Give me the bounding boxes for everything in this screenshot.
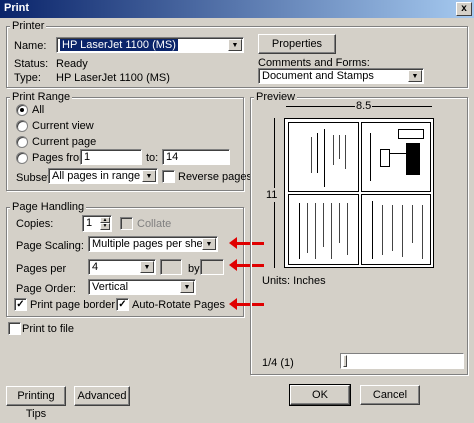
thumb-page-2 (361, 122, 431, 192)
printer-name-value: HP LaserJet 1100 (MS) (60, 39, 178, 51)
reverse-pages-checkbox[interactable] (162, 170, 175, 183)
pages-per-value: 4 (92, 261, 99, 273)
thumb-page-4 (361, 194, 431, 265)
advanced-label: Advanced (77, 390, 127, 402)
chevron-down-icon[interactable]: ▼ (408, 70, 422, 82)
radio-current-page[interactable] (16, 136, 28, 148)
pages-to-label: to: (146, 152, 159, 164)
print-page-border-checkbox[interactable]: ✓ (14, 298, 27, 311)
slider-thumb[interactable] (343, 355, 347, 367)
printer-group-label: Printer (10, 20, 47, 32)
chevron-down-icon[interactable]: ▼ (202, 238, 216, 250)
subset-value: All pages in range (52, 170, 141, 182)
ok-label: OK (312, 389, 328, 401)
pages-from-input[interactable]: 1 (80, 149, 142, 165)
copies-stepper[interactable]: 1 ▲ ▼ (82, 215, 112, 232)
radio-all-label: All (32, 104, 45, 116)
print-range-group-label: Print Range (10, 91, 73, 103)
radio-current-page-label: Current page (32, 136, 97, 148)
preview-group-label: Preview (254, 91, 298, 103)
chevron-down-icon[interactable]: ▼ (140, 261, 154, 273)
pages-per-select[interactable]: 4 ▼ (88, 259, 156, 275)
ok-button[interactable]: OK (289, 384, 351, 406)
radio-current-view-label: Current view (32, 120, 94, 132)
properties-button-label: Properties (271, 38, 323, 50)
printer-status-label: Status: (14, 58, 49, 70)
collate-label: Collate (137, 218, 172, 230)
preview-width-label: 8.5 (355, 100, 373, 112)
thumb-page-1 (288, 122, 359, 192)
printing-tips-label: Printing Tips (17, 390, 55, 420)
print-page-border-label: Print page border (30, 299, 115, 311)
collate-checkbox[interactable] (120, 217, 133, 230)
pages-per-y-input[interactable] (200, 259, 224, 275)
page-order-value: Vertical (92, 281, 129, 293)
reverse-pages-label: Reverse pages (178, 171, 252, 183)
close-button[interactable]: x (456, 2, 472, 16)
chevron-down-icon[interactable]: ▼ (180, 281, 194, 293)
pages-to-value: 14 (166, 151, 179, 163)
page-scaling-label: Page Scaling: (16, 240, 84, 252)
printer-name-select[interactable]: HP LaserJet 1100 (MS) ▼ (56, 37, 244, 53)
pages-per-label: Pages per (16, 263, 67, 275)
comments-forms-value: Document and Stamps (262, 70, 374, 82)
page-handling-group-label: Page Handling (10, 201, 87, 213)
cancel-label: Cancel (372, 389, 408, 401)
pages-to-input[interactable]: 14 (162, 149, 230, 165)
check-icon: ✓ (118, 299, 127, 310)
print-to-file-checkbox[interactable] (8, 322, 21, 335)
check-icon: ✓ (16, 299, 25, 310)
advanced-button[interactable]: Advanced (74, 386, 130, 406)
page-preview (284, 118, 434, 268)
printer-type-value: HP LaserJet 1100 (MS) (56, 72, 170, 84)
page-order-label: Page Order: (16, 283, 76, 295)
page-scaling-value: Multiple pages per sheet (92, 238, 212, 250)
chevron-down-icon[interactable]: ▼ (142, 170, 156, 182)
stepper-down-icon[interactable]: ▼ (100, 223, 110, 230)
printer-status-value: Ready (56, 58, 88, 70)
pages-from-value: 1 (84, 151, 91, 163)
preview-height-label: 11 (266, 188, 278, 202)
print-to-file-label: Print to file (22, 323, 74, 335)
chevron-down-icon[interactable]: ▼ (228, 39, 242, 51)
printer-type-label: Type: (14, 72, 41, 84)
title-bar: Print (0, 0, 474, 18)
copies-label: Copies: (16, 218, 54, 230)
pages-per-x-input[interactable] (160, 259, 182, 275)
preview-page-slider[interactable] (340, 353, 464, 369)
auto-rotate-label: Auto-Rotate Pages (132, 299, 225, 311)
page-scaling-select[interactable]: Multiple pages per sheet ▼ (88, 236, 218, 252)
cancel-button[interactable]: Cancel (360, 385, 420, 405)
thumb-page-3 (288, 194, 359, 265)
comments-forms-select[interactable]: Document and Stamps ▼ (258, 68, 424, 84)
preview-page-indicator: 1/4 (1) (262, 357, 294, 369)
radio-current-view[interactable] (16, 120, 28, 132)
copies-value: 1 (86, 217, 93, 229)
radio-all[interactable] (16, 104, 28, 116)
auto-rotate-checkbox[interactable]: ✓ (116, 298, 129, 311)
page-order-select[interactable]: Vertical ▼ (88, 279, 196, 295)
by-label: by (188, 263, 200, 275)
radio-pages-from[interactable] (16, 152, 28, 164)
units-label: Units: Inches (262, 275, 326, 287)
printer-name-label: Name: (14, 40, 47, 52)
printing-tips-button[interactable]: Printing Tips (6, 386, 66, 420)
close-icon: x (461, 3, 467, 14)
window-title: Print (4, 2, 30, 14)
subset-select[interactable]: All pages in range ▼ (48, 168, 158, 184)
properties-button[interactable]: Properties (258, 34, 336, 54)
